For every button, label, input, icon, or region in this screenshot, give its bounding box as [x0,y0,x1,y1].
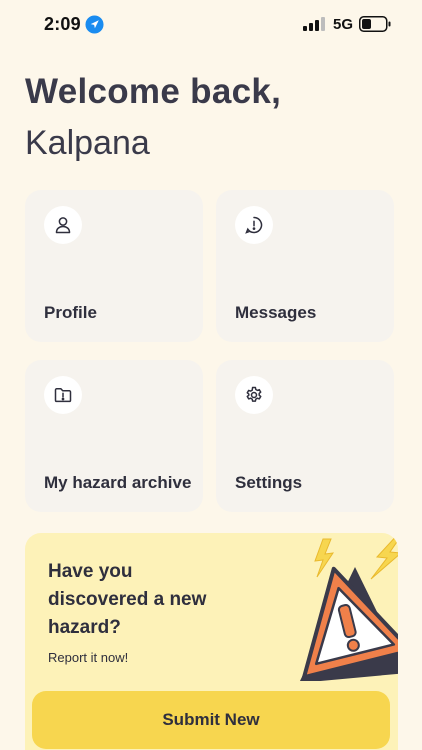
lightning-bolt-icon [370,533,398,580]
report-prompt-text: Report it now! [48,650,129,665]
alert-circle-icon [245,216,263,234]
tile-profile[interactable]: Profile [25,190,203,342]
tile-hazard-archive-label: My hazard archive [44,473,192,492]
status-time: 2:09 [44,14,81,34]
user-icon [55,217,71,234]
gear-icon [246,386,262,402]
tile-hazard-archive[interactable]: My hazard archive [25,360,203,512]
user-name: Kalpana [25,124,150,162]
submit-new-button[interactable]: Submit New [32,691,390,749]
profile-icon-badge [44,206,82,244]
location-arrow-icon [85,15,104,34]
network-type-label: 5G [333,16,354,33]
home-screen: 2:09 5G Welcome back, Kalpana Profile Me… [0,0,422,750]
tile-settings[interactable]: Settings [216,360,394,512]
warning-triangle-icon [299,533,398,681]
new-hazard-heading: Have you discovered a new hazard? [48,561,207,638]
tile-profile-label: Profile [44,303,97,322]
messages-icon-badge [235,206,273,244]
cellular-signal-icon [303,17,325,31]
tile-messages[interactable]: Messages [216,190,394,342]
tile-settings-label: Settings [235,473,303,492]
folder-alert-icon [54,388,72,403]
archive-icon-badge [44,376,82,414]
lightning-bolt-icon [314,538,335,578]
new-hazard-card: Have you discovered a new hazard? Report… [25,533,398,750]
tile-messages-label: Messages [235,303,317,322]
settings-icon-badge [235,376,273,414]
welcome-heading: Welcome back, [25,72,282,111]
status-bar: 2:09 5G [0,0,422,50]
battery-icon [359,16,391,32]
